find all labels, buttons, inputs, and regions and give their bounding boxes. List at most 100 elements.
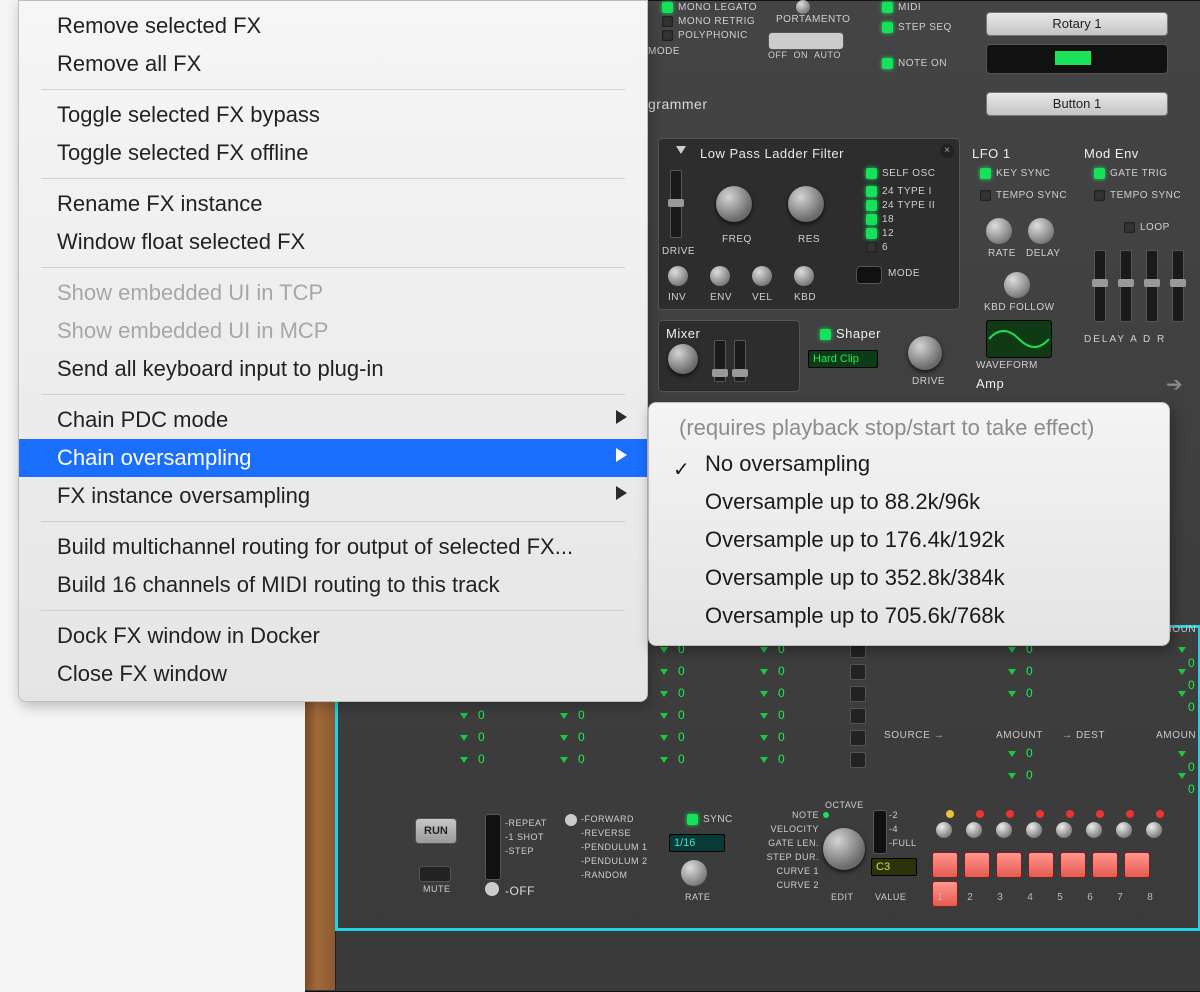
freq-knob[interactable] [716, 186, 752, 222]
menu-chain-oversampling[interactable]: Chain oversampling [19, 439, 647, 477]
kbd-knob[interactable] [794, 266, 814, 286]
lfo-rate-knob[interactable] [986, 218, 1012, 244]
run-button[interactable]: RUN [415, 818, 457, 844]
menu-build-16-midi[interactable]: Build 16 channels of MIDI routing to thi… [19, 566, 647, 604]
modenv-d-slider[interactable] [1146, 250, 1158, 322]
matrix-cell[interactable]: 0 [660, 686, 685, 700]
matrix-cell[interactable]: 0 [760, 664, 785, 678]
repeat-switch[interactable] [485, 814, 501, 880]
matrix-cell[interactable]: 0 [460, 730, 485, 744]
menu-remove-selected-fx[interactable]: Remove selected FX [19, 7, 647, 45]
led-stepseq[interactable] [882, 22, 893, 33]
matrix-cell[interactable]: 0 [460, 708, 485, 722]
octave-switch[interactable] [873, 810, 887, 854]
submenu-os-384k[interactable]: Oversample up to 352.8k/384k [649, 559, 1169, 597]
matrix-cell[interactable]: 0 [760, 752, 785, 766]
led-polyphonic[interactable] [662, 30, 673, 41]
matrix-cell[interactable]: 0 [760, 730, 785, 744]
clr-button[interactable] [850, 730, 866, 746]
submenu-os-192k[interactable]: Oversample up to 176.4k/192k [649, 521, 1169, 559]
matrix-cell[interactable]: 0 [560, 730, 585, 744]
matrix-cell[interactable]: 0 [1008, 686, 1033, 700]
menu-rename-fx[interactable]: Rename FX instance [19, 185, 647, 223]
submenu-os-96k[interactable]: Oversample up to 88.2k/96k [649, 483, 1169, 521]
modenv-a-slider[interactable] [1120, 250, 1132, 322]
matrix-cell[interactable]: 0 [760, 708, 785, 722]
note-row-led[interactable] [823, 812, 829, 818]
seq-led-1[interactable] [946, 810, 954, 818]
submenu-os-768k[interactable]: Oversample up to 705.6k/768k [649, 597, 1169, 635]
matrix-cell[interactable]: 0 [660, 708, 685, 722]
dir-switch[interactable] [565, 814, 577, 826]
kbd-follow-knob[interactable] [1004, 272, 1030, 298]
clr-button[interactable] [850, 708, 866, 724]
matrix-cell[interactable]: 0 [460, 752, 485, 766]
shaper-drive-knob[interactable] [908, 336, 942, 370]
submenu-hint: (requires playback stop/start to take ef… [649, 411, 1169, 445]
matrix-cell[interactable]: 0 [660, 664, 685, 678]
matrix-cell[interactable]: 0 [560, 752, 585, 766]
rate-knob[interactable] [681, 860, 707, 886]
menu-remove-all-fx[interactable]: Remove all FX [19, 45, 647, 83]
filter-dropdown-icon[interactable] [676, 146, 686, 154]
menu-close-fx[interactable]: Close FX window [19, 655, 647, 693]
lfo-waveform-display[interactable] [986, 320, 1052, 358]
led-self-osc[interactable] [866, 168, 877, 179]
matrix-cell[interactable]: 0 [1178, 768, 1198, 796]
sync-display[interactable]: 1/16 [669, 834, 725, 852]
submenu-no-oversampling[interactable]: ✓No oversampling [649, 445, 1169, 483]
edit-wheel[interactable] [823, 828, 865, 870]
modenv-title: Mod Env [1084, 146, 1139, 161]
shaper-mode-display[interactable]: Hard Clip [808, 350, 878, 368]
clr-button[interactable] [850, 752, 866, 768]
vel-knob[interactable] [752, 266, 772, 286]
res-knob[interactable] [788, 186, 824, 222]
modenv-r-slider[interactable] [1172, 250, 1184, 322]
voice-mode-3: POLYPHONIC [678, 30, 748, 41]
mute-toggle[interactable] [419, 866, 451, 882]
seq-step-1[interactable] [932, 852, 958, 878]
rotary-dropdown[interactable]: Rotary 1 [986, 12, 1168, 36]
menu-chain-pdc[interactable]: Chain PDC mode [19, 401, 647, 439]
chevron-right-icon [616, 448, 627, 462]
portamento-knob[interactable] [796, 0, 810, 14]
led-noteon[interactable] [882, 58, 893, 69]
button-dropdown[interactable]: Button 1 [986, 92, 1168, 116]
filter-title[interactable]: Low Pass Ladder Filter [700, 146, 844, 161]
balance-knob[interactable] [668, 344, 698, 374]
matrix-cell[interactable]: 0 [760, 686, 785, 700]
matrix-cell[interactable]: 0 [560, 708, 585, 722]
matrix-cell[interactable]: 0 [1008, 746, 1033, 760]
menu-dock-docker[interactable]: Dock FX window in Docker [19, 617, 647, 655]
check-icon: ✓ [673, 455, 690, 485]
off-switch[interactable] [485, 882, 499, 896]
drive-slider[interactable] [670, 170, 682, 238]
modenv-delay-slider[interactable] [1094, 250, 1106, 322]
led-mono-retrig[interactable] [662, 16, 673, 27]
menu-keyboard-to-plugin[interactable]: Send all keyboard input to plug-in [19, 350, 647, 388]
portamento-switch[interactable] [768, 32, 844, 50]
filter-close-icon[interactable]: × [940, 144, 954, 158]
lfo-delay-knob[interactable] [1028, 218, 1054, 244]
inv-knob[interactable] [668, 266, 688, 286]
menu-instance-oversampling[interactable]: FX instance oversampling [19, 477, 647, 515]
matrix-cell[interactable]: 0 [660, 730, 685, 744]
matrix-cell[interactable]: 0 [1178, 686, 1198, 714]
matrix-cell[interactable]: 0 [1008, 768, 1033, 782]
mixer-slider-2[interactable] [734, 340, 746, 382]
mixer-slider-1[interactable] [714, 340, 726, 382]
matrix-cell[interactable]: 0 [1008, 664, 1033, 678]
menu-toggle-bypass[interactable]: Toggle selected FX bypass [19, 96, 647, 134]
clr-button[interactable] [850, 686, 866, 702]
menu-toggle-offline[interactable]: Toggle selected FX offline [19, 134, 647, 172]
value-display[interactable]: C3 [871, 858, 917, 876]
led-midi[interactable] [882, 2, 893, 13]
matrix-cell[interactable]: 0 [660, 752, 685, 766]
menu-float-fx[interactable]: Window float selected FX [19, 223, 647, 261]
led-mono-legato[interactable] [662, 2, 673, 13]
env-knob[interactable] [710, 266, 730, 286]
clr-button[interactable] [850, 664, 866, 680]
programmer-tab[interactable]: grammer [648, 96, 708, 112]
mode-switch[interactable] [856, 266, 882, 284]
menu-build-multichannel[interactable]: Build multichannel routing for output of… [19, 528, 647, 566]
